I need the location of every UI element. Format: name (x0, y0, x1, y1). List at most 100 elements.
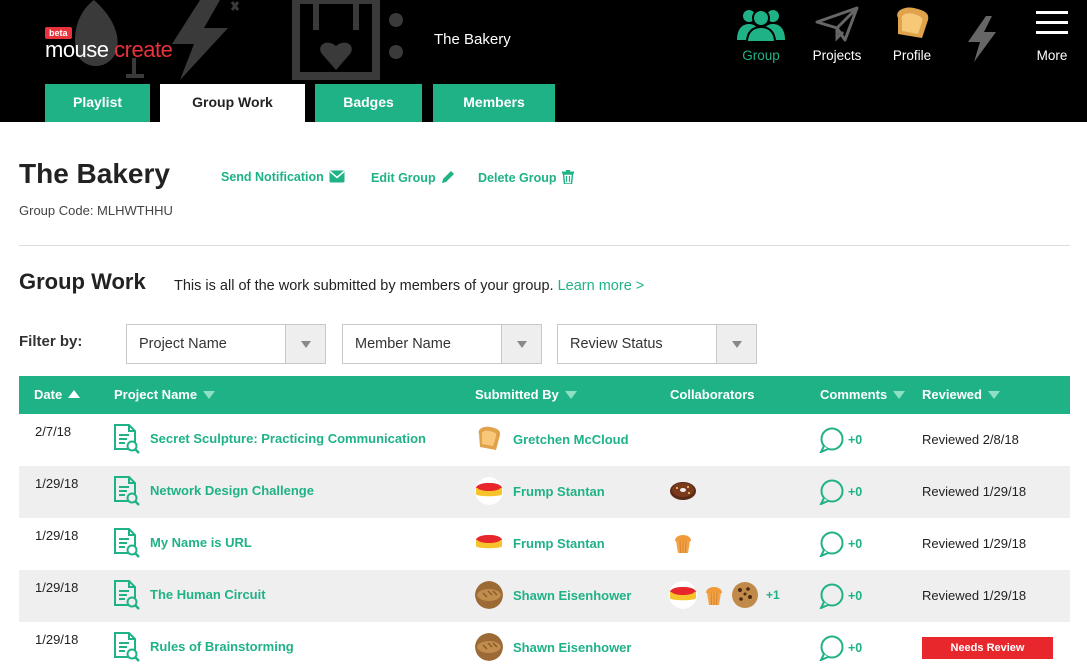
column-header-collaborators: Collaborators (670, 387, 755, 402)
comment-icon[interactable] (818, 583, 845, 614)
nav-profile[interactable]: Profile (880, 6, 944, 63)
sort-icon (564, 391, 577, 399)
send-notification-link[interactable]: Send Notification (221, 170, 345, 184)
row-date: 1/29/18 (35, 580, 79, 595)
nav-group[interactable]: Group (729, 6, 793, 63)
project-link[interactable]: Rules of Brainstorming (150, 639, 294, 654)
comment-count[interactable]: +0 (848, 537, 862, 551)
cake-icon (475, 529, 503, 557)
review-status-filter[interactable]: Review Status (557, 324, 757, 364)
project-link[interactable]: Network Design Challenge (150, 483, 314, 498)
chevron-down-icon (501, 325, 541, 363)
trash-icon (561, 170, 574, 185)
tab-badges[interactable]: Badges (315, 84, 422, 122)
submitter-link[interactable]: Shawn Eisenhower (513, 588, 631, 603)
comment-count[interactable]: +0 (848, 589, 862, 603)
comment-count[interactable]: +0 (848, 485, 862, 499)
comment-icon[interactable] (818, 479, 845, 510)
nav-activity[interactable] (950, 16, 1014, 62)
more-collaborators-count[interactable]: +1 (766, 588, 780, 602)
toast-avatar-icon (897, 7, 929, 38)
top-navigation-bar: beta mouse create The Bakery Group Proje… (0, 0, 1087, 122)
section-description-text: This is all of the work submitted by mem… (174, 278, 558, 294)
muffin-icon[interactable] (669, 529, 697, 557)
review-status: Reviewed 1/29/18 (922, 536, 1027, 551)
column-header-project[interactable]: Project Name (114, 387, 216, 402)
cake-icon[interactable] (669, 581, 697, 609)
project-link[interactable]: My Name is URL (150, 535, 252, 550)
comment-icon[interactable] (818, 531, 845, 562)
collaborators-list (669, 477, 700, 505)
nav-profile-label: Profile (892, 48, 932, 63)
submitter-link[interactable]: Shawn Eisenhower (513, 640, 631, 655)
pencil-icon (441, 171, 454, 183)
nav-projects-label: Projects (812, 48, 862, 63)
row-date: 2/7/18 (35, 424, 72, 439)
toast-icon (475, 425, 503, 453)
project-link[interactable]: The Human Circuit (150, 587, 266, 602)
comment-count[interactable]: +0 (848, 641, 862, 655)
column-header-project-label: Project Name (114, 387, 198, 402)
tab-members[interactable]: Members (433, 84, 555, 122)
envelope-icon (329, 170, 345, 183)
tab-playlist[interactable]: Playlist (45, 84, 150, 122)
review-status: Reviewed 1/29/18 (922, 484, 1027, 499)
project-name-filter-value: Project Name (139, 336, 227, 352)
submitter-link[interactable]: Frump Stantan (513, 536, 605, 551)
table-row: 1/29/18 Rules of Brainstorming Shawn Eis… (19, 622, 1070, 667)
comment-count[interactable]: +0 (848, 433, 862, 447)
table-row: 2/7/18 Secret Sculpture: Practicing Comm… (19, 414, 1070, 466)
table-header: Date Project Name Submitted By Collabora… (19, 376, 1070, 414)
edit-group-label: Edit Group (371, 171, 436, 185)
current-group-name: The Bakery (434, 31, 511, 48)
sort-ascending-icon (68, 390, 81, 398)
member-name-filter[interactable]: Member Name (342, 324, 542, 364)
submitter-link[interactable]: Frump Stantan (513, 484, 605, 499)
collaborators-list: +1 (669, 581, 780, 609)
column-header-comments[interactable]: Comments (820, 387, 906, 402)
group-title: The Bakery (19, 158, 170, 189)
delete-group-link[interactable]: Delete Group (478, 170, 574, 185)
comment-icon[interactable] (818, 427, 845, 458)
column-header-reviewed[interactable]: Reviewed (922, 387, 1000, 402)
muffin-icon[interactable] (700, 581, 728, 609)
column-header-date[interactable]: Date (34, 387, 81, 402)
lightning-icon (968, 16, 996, 62)
divider (19, 245, 1070, 246)
sort-icon (203, 391, 216, 399)
submitter-link[interactable]: Gretchen McCloud (513, 432, 629, 447)
project-name-filter[interactable]: Project Name (126, 324, 326, 364)
comment-icon[interactable] (818, 635, 845, 666)
bread-loaf-icon (475, 581, 503, 609)
nav-more[interactable]: More (1020, 10, 1084, 63)
cake-icon (475, 477, 503, 505)
sort-icon (987, 391, 1000, 399)
review-status: Reviewed 1/29/18 (922, 588, 1027, 603)
column-header-comments-label: Comments (820, 387, 888, 402)
document-search-icon[interactable] (113, 423, 141, 460)
document-search-icon[interactable] (113, 631, 141, 667)
needs-review-button[interactable]: Needs Review (922, 637, 1053, 659)
member-name-filter-value: Member Name (355, 336, 451, 352)
send-notification-label: Send Notification (221, 170, 324, 184)
filter-label: Filter by: (19, 333, 83, 350)
document-search-icon[interactable] (113, 579, 141, 616)
document-search-icon[interactable] (113, 475, 141, 512)
table-row: 1/29/18 The Human Circuit Shawn Eisenhow… (19, 570, 1070, 622)
tab-group-work[interactable]: Group Work (160, 84, 305, 122)
chevron-down-icon (285, 325, 325, 363)
table-row: 1/29/18 Network Design Challenge Frump S… (19, 466, 1070, 518)
nav-projects[interactable]: Projects (805, 6, 869, 63)
learn-more-link[interactable]: Learn more > (558, 278, 645, 294)
sort-icon (893, 391, 906, 399)
project-link[interactable]: Secret Sculpture: Practicing Communicati… (150, 431, 426, 446)
cookie-icon[interactable] (731, 581, 759, 609)
group-icon (737, 9, 785, 42)
review-status: Reviewed 2/8/18 (922, 432, 1019, 447)
column-header-submitted-by[interactable]: Submitted By (475, 387, 577, 402)
document-search-icon[interactable] (113, 527, 141, 564)
chevron-down-icon (716, 325, 756, 363)
donut-icon[interactable] (669, 477, 697, 505)
edit-group-link[interactable]: Edit Group (371, 170, 455, 185)
row-date: 1/29/18 (35, 632, 79, 647)
